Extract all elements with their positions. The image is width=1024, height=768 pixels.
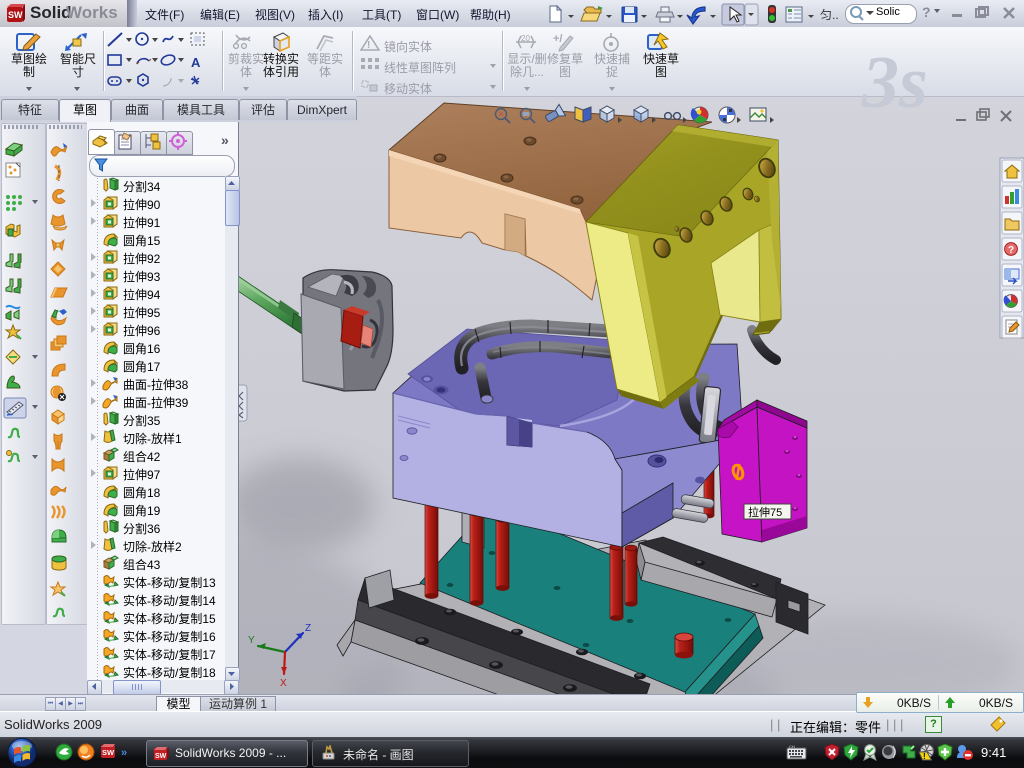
svg-text:!: ! (923, 752, 926, 761)
svg-text:Z: Z (305, 623, 311, 634)
svg-text:拉伸75: 拉伸75 (748, 505, 782, 519)
svg-text:CH: CH (789, 744, 795, 749)
svg-text:Y: Y (248, 635, 255, 646)
svg-text:SW: SW (8, 10, 23, 20)
svg-text:A: A (191, 55, 201, 70)
svg-text:匀..: 匀.. (820, 8, 839, 22)
svg-text:+/: +/ (553, 33, 562, 45)
svg-text:SW: SW (102, 748, 115, 757)
svg-text:20: 20 (521, 34, 530, 43)
svg-text:!: ! (367, 40, 370, 51)
svg-text:»: » (121, 747, 127, 759)
svg-text:SW: SW (155, 753, 167, 760)
svg-text:X: X (280, 678, 287, 689)
svg-text:?: ? (1008, 245, 1014, 256)
